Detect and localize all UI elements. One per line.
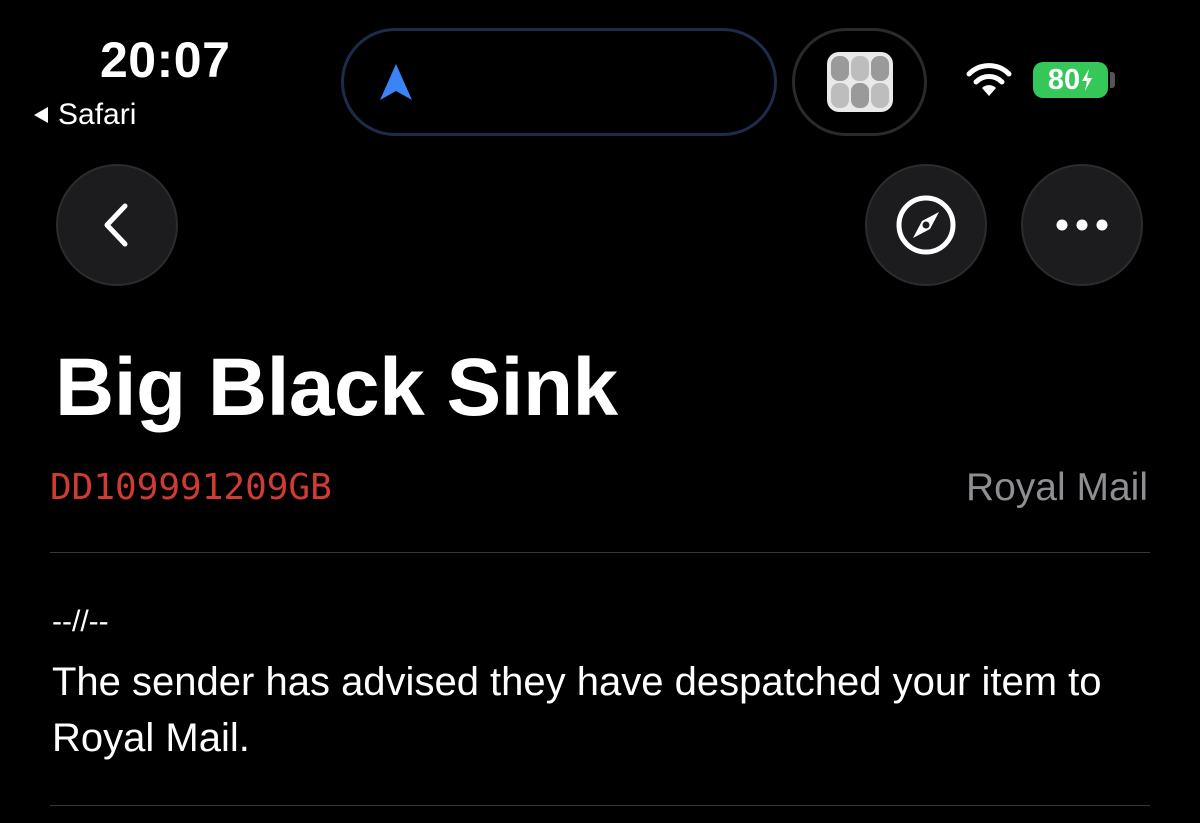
back-button[interactable]: [56, 164, 178, 286]
ellipsis-icon: [1056, 219, 1108, 231]
back-to-app-label: Safari: [58, 98, 137, 131]
media-thumbnail: [827, 52, 893, 112]
wifi-icon: [965, 62, 1013, 103]
more-options-button[interactable]: [1021, 164, 1143, 286]
divider: [50, 552, 1150, 553]
package-title: Big Black Sink: [55, 342, 618, 433]
navigation-arrow-icon: [378, 62, 414, 107]
event-separator: --//--: [52, 605, 109, 638]
back-triangle-icon: [34, 107, 48, 123]
back-to-app-button[interactable]: Safari: [34, 96, 136, 134]
battery-percent: 80: [1047, 63, 1081, 96]
divider: [50, 805, 1150, 806]
chevron-left-icon: [104, 203, 128, 247]
event-message: The sender has advised they have despatc…: [52, 660, 1102, 760]
open-in-safari-button[interactable]: [865, 164, 987, 286]
compass-icon: [896, 195, 956, 255]
tracking-number[interactable]: DD109991209GB: [50, 468, 332, 508]
battery-nub: [1110, 72, 1115, 88]
status-time: 20:07: [100, 32, 231, 88]
battery-indicator: 80: [1033, 62, 1108, 98]
battery-charging-icon: [1082, 69, 1093, 91]
carrier-name: Royal Mail: [965, 466, 1148, 509]
